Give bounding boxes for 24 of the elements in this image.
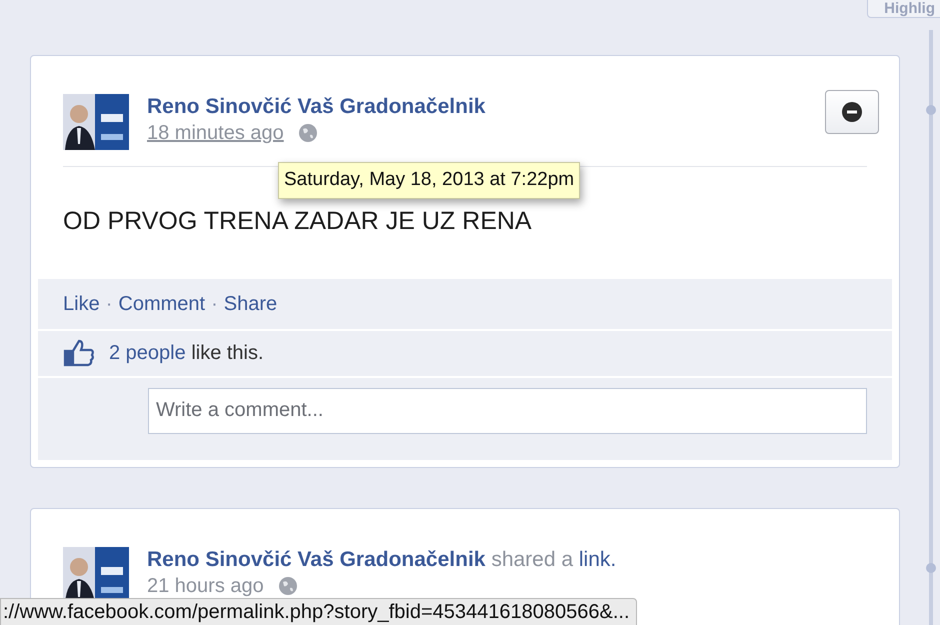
story-header: Reno Sinovčić Vaš Gradonačelnik shared a link. bbox=[147, 546, 616, 572]
status-bar: ://www.facebook.com/permalink.php?story_fbid=453441618080566&... bbox=[0, 598, 637, 625]
timeline-dot-icon bbox=[925, 104, 937, 116]
people-link[interactable]: 2 people bbox=[109, 342, 186, 364]
timestamp-link[interactable]: 21 hours ago bbox=[147, 572, 264, 598]
comment-field[interactable]: Write a comment... bbox=[148, 388, 867, 434]
action-link[interactable]: Share bbox=[224, 288, 278, 318]
author-link[interactable]: Reno Sinovčić Vaš Gradonačelnik bbox=[147, 548, 486, 570]
globe-icon bbox=[278, 576, 298, 596]
timeline-dot-icon bbox=[925, 562, 937, 574]
post-text: OD PRVOG TRENA ZADAR JE UZ RENA bbox=[63, 207, 532, 235]
action-link[interactable]: Like bbox=[63, 288, 100, 318]
thumbs-up-icon bbox=[63, 339, 95, 367]
link-link[interactable]: link. bbox=[578, 548, 616, 570]
action-link[interactable]: Comment bbox=[118, 288, 206, 318]
timestamp-link[interactable]: 18 minutes ago bbox=[147, 120, 284, 146]
date-tooltip: Saturday, May 18, 2013 at 7:22pm bbox=[278, 162, 580, 198]
hide-button[interactable] bbox=[825, 90, 879, 134]
likes-text: 2 people like this. bbox=[109, 341, 264, 366]
author-link[interactable]: Reno Sinovčić Vaš Gradonačelnik bbox=[147, 94, 807, 120]
separator-dot: · bbox=[210, 292, 219, 316]
globe-icon bbox=[298, 123, 318, 143]
minus-circle-icon bbox=[842, 102, 862, 122]
separator-dot: · bbox=[104, 292, 114, 316]
